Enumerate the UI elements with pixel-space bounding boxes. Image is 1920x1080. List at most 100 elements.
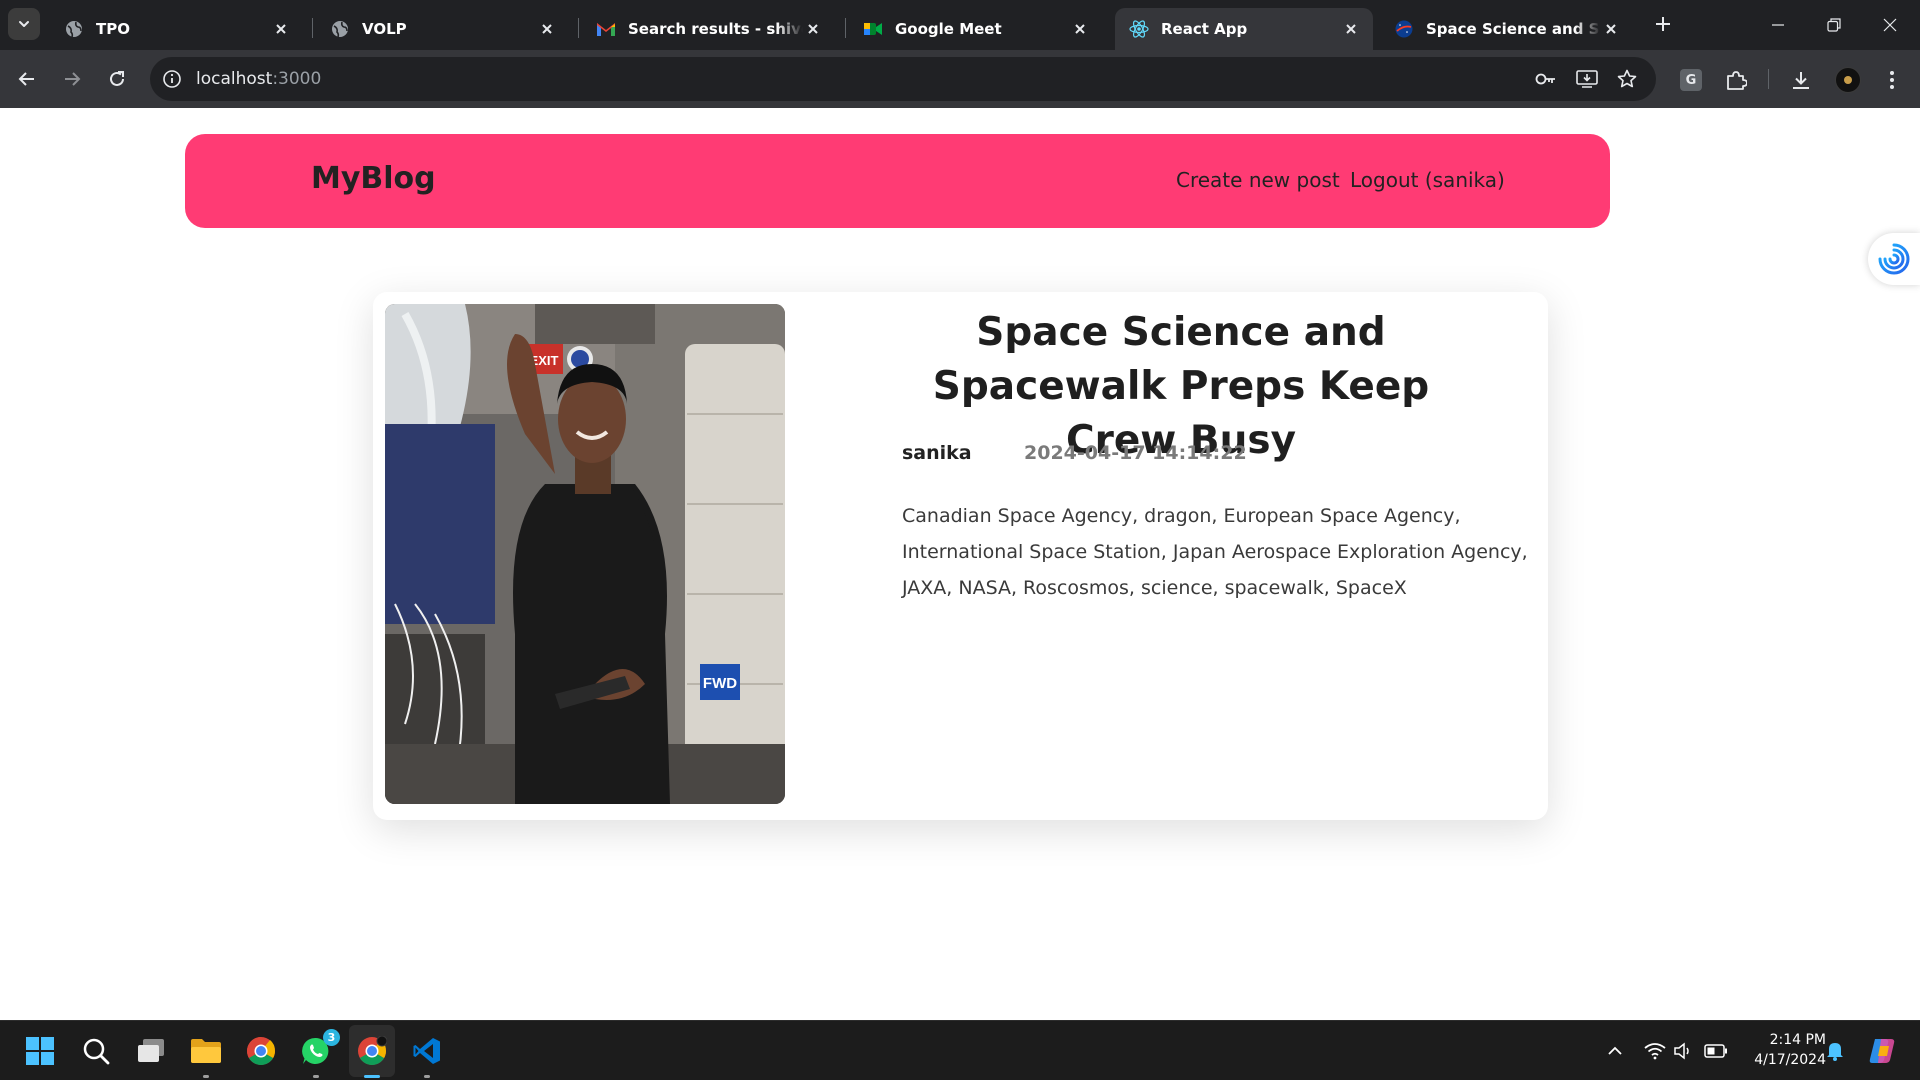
install-app-icon[interactable] bbox=[1574, 66, 1600, 92]
bell-icon bbox=[1827, 1043, 1843, 1061]
gmail-icon bbox=[596, 19, 616, 39]
url-port: :3000 bbox=[272, 69, 322, 89]
browser-tab-react-app[interactable]: React App bbox=[1115, 8, 1373, 50]
search-icon bbox=[83, 1038, 110, 1065]
tab-label: Space Science and Spacew bbox=[1426, 20, 1601, 38]
close-tab-icon[interactable] bbox=[537, 19, 557, 39]
password-key-icon[interactable] bbox=[1533, 66, 1559, 92]
browser-tab-volp[interactable]: VOLP bbox=[316, 8, 569, 50]
url-host: localhost bbox=[196, 69, 273, 89]
reload-button[interactable] bbox=[100, 62, 134, 96]
extension-g-button[interactable]: G bbox=[1677, 66, 1705, 94]
address-bar[interactable]: localhost:3000 bbox=[150, 57, 1656, 101]
tab-separator bbox=[845, 18, 846, 38]
start-button[interactable] bbox=[22, 1033, 58, 1069]
system-clock[interactable]: 2:14 PM 4/17/2024 bbox=[1740, 1030, 1826, 1070]
chevron-down-icon bbox=[19, 21, 29, 27]
browser-tab-google-meet[interactable]: Google Meet bbox=[849, 8, 1102, 50]
volume-status[interactable] bbox=[1671, 1039, 1695, 1063]
minimize-button[interactable] bbox=[1750, 0, 1806, 50]
downloads-button[interactable] bbox=[1787, 66, 1815, 94]
avatar bbox=[1835, 67, 1861, 93]
plus-icon bbox=[1656, 17, 1670, 31]
windows-logo-icon bbox=[26, 1037, 54, 1065]
notifications-button[interactable] bbox=[1823, 1039, 1847, 1063]
close-icon bbox=[1883, 18, 1897, 32]
tab-label: VOLP bbox=[362, 20, 407, 38]
tab-separator bbox=[312, 18, 313, 38]
minimize-icon bbox=[1772, 24, 1784, 26]
browser-menu-button[interactable] bbox=[1878, 66, 1906, 94]
browser-tab-space-science[interactable]: Space Science and Spacew bbox=[1380, 8, 1633, 50]
chrome-icon bbox=[247, 1037, 275, 1065]
globe-icon bbox=[64, 19, 84, 39]
logout-link[interactable]: Logout (sanika) bbox=[1350, 168, 1505, 192]
swirl-icon bbox=[1878, 243, 1910, 275]
create-new-post-link[interactable]: Create new post bbox=[1176, 168, 1340, 192]
copilot-icon bbox=[1869, 1039, 1895, 1063]
browser-tab-gmail[interactable]: Search results - shivdas.na bbox=[582, 8, 835, 50]
google-meet-icon bbox=[863, 19, 883, 39]
close-tab-icon[interactable] bbox=[803, 19, 823, 39]
folder-icon bbox=[191, 1039, 221, 1063]
fwd-sign-text: FWD bbox=[703, 675, 737, 692]
arrow-left-icon bbox=[18, 72, 34, 86]
battery-status[interactable] bbox=[1704, 1039, 1728, 1063]
chrome-taskbar-button[interactable] bbox=[243, 1033, 279, 1069]
tab-separator bbox=[578, 18, 579, 38]
notification-badge: 3 bbox=[323, 1029, 340, 1046]
vscode-taskbar-button[interactable] bbox=[409, 1033, 445, 1078]
chevron-up-icon bbox=[1608, 1046, 1622, 1055]
search-button[interactable] bbox=[78, 1033, 114, 1069]
new-tab-button[interactable] bbox=[1650, 11, 1676, 37]
url-text: localhost:3000 bbox=[196, 69, 321, 89]
g-extension-icon: G bbox=[1680, 69, 1702, 91]
tab-label: Google Meet bbox=[895, 20, 1002, 38]
browser-tab-strip: TPO VOLP Search results - shivdas.na Goo… bbox=[0, 0, 1920, 50]
chrome-profile-taskbar-button[interactable] bbox=[354, 1033, 390, 1078]
extensions-button[interactable] bbox=[1722, 66, 1750, 94]
tab-search-button[interactable] bbox=[8, 8, 40, 40]
post-image[interactable]: EXIT FWD bbox=[385, 304, 785, 804]
profile-button[interactable] bbox=[1834, 66, 1862, 94]
clock-date: 4/17/2024 bbox=[1754, 1052, 1826, 1068]
file-explorer-button[interactable] bbox=[188, 1033, 224, 1078]
clock-time: 2:14 PM bbox=[1769, 1032, 1826, 1048]
forward-button[interactable] bbox=[55, 62, 89, 96]
toolbar-divider bbox=[1768, 69, 1769, 89]
restore-button[interactable] bbox=[1806, 0, 1862, 50]
globe-icon bbox=[330, 19, 350, 39]
browser-toolbar: localhost:3000 G bbox=[0, 50, 1920, 108]
running-indicator bbox=[313, 1075, 319, 1078]
reload-icon bbox=[110, 71, 124, 86]
nasa-icon bbox=[1394, 19, 1414, 39]
sidebar-assistant-button[interactable] bbox=[1868, 233, 1920, 285]
task-view-button[interactable] bbox=[133, 1033, 169, 1069]
browser-tab-tpo[interactable]: TPO bbox=[50, 8, 303, 50]
wifi-status[interactable] bbox=[1643, 1039, 1667, 1063]
page-viewport: MyBlog Create new post Logout (sanika) E… bbox=[0, 108, 1920, 1020]
close-tab-icon[interactable] bbox=[1601, 19, 1621, 39]
vscode-icon bbox=[413, 1038, 440, 1064]
speaker-icon bbox=[1674, 1042, 1689, 1060]
back-button[interactable] bbox=[10, 62, 44, 96]
post-author: sanika bbox=[902, 442, 972, 464]
close-tab-icon[interactable] bbox=[271, 19, 291, 39]
post-date: 2024-04-17 14:14:22 bbox=[1024, 442, 1247, 464]
site-info-icon[interactable] bbox=[160, 67, 184, 91]
site-header: MyBlog Create new post Logout (sanika) bbox=[185, 134, 1610, 228]
chrome-icon bbox=[358, 1036, 387, 1065]
windows-taskbar: 3 2:14 PM 4/17/2024 bbox=[0, 1020, 1920, 1080]
close-tab-icon[interactable] bbox=[1341, 19, 1361, 39]
running-indicator bbox=[203, 1075, 209, 1078]
show-hidden-icons-button[interactable] bbox=[1603, 1039, 1627, 1063]
kebab-menu-icon bbox=[1890, 71, 1894, 89]
site-logo[interactable]: MyBlog bbox=[311, 161, 436, 196]
close-tab-icon[interactable] bbox=[1070, 19, 1090, 39]
post-card[interactable]: EXIT FWD Space Science and Spacewalk Pre… bbox=[373, 292, 1548, 820]
whatsapp-taskbar-button[interactable]: 3 bbox=[298, 1029, 340, 1078]
bookmark-star-icon[interactable] bbox=[1614, 66, 1640, 92]
close-window-button[interactable] bbox=[1862, 0, 1918, 50]
tab-label: TPO bbox=[96, 20, 130, 38]
copilot-button[interactable] bbox=[1866, 1035, 1898, 1067]
